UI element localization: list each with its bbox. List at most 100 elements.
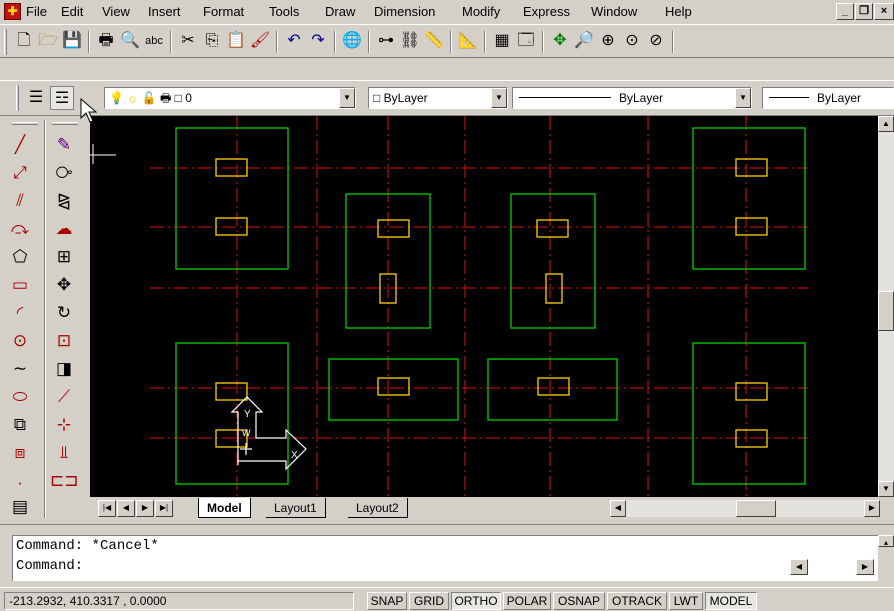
open-icon[interactable]: 🗁: [36, 29, 60, 53]
redo-icon[interactable]: ↷: [306, 29, 330, 53]
erase-icon[interactable]: ✎: [50, 132, 78, 158]
move-icon[interactable]: ✥: [50, 272, 78, 298]
layer-previous-icon[interactable]: ☲: [50, 86, 74, 110]
ortho-toggle[interactable]: ORTHO: [451, 592, 501, 610]
tab-layout1[interactable]: Layout1: [266, 498, 326, 518]
scroll-right-button[interactable]: ▶: [856, 559, 874, 575]
menu-tools[interactable]: Tools: [269, 4, 299, 19]
osnap-toggle[interactable]: OSNAP: [553, 592, 605, 610]
copy-icon[interactable]: ⎘: [200, 29, 224, 53]
layers-icon[interactable]: ☰: [24, 86, 48, 110]
scroll-up-button[interactable]: ▲: [878, 116, 894, 132]
menu-express[interactable]: Express: [523, 4, 570, 19]
menu-format[interactable]: Format: [203, 4, 244, 19]
command-prompt[interactable]: Command:: [16, 556, 878, 576]
save-icon[interactable]: 💾: [60, 29, 84, 53]
chevron-down-icon[interactable]: ▼: [339, 88, 355, 108]
toolbar-grip[interactable]: [52, 122, 78, 125]
rotate-icon[interactable]: ↻: [50, 300, 78, 326]
scroll-right-button[interactable]: ▶: [864, 500, 880, 517]
drawing-canvas[interactable]: Y X W: [90, 116, 878, 497]
array-icon[interactable]: ⊞: [50, 244, 78, 270]
multiline-icon[interactable]: ⫽: [6, 188, 34, 214]
chevron-down-icon[interactable]: ▼: [491, 88, 507, 108]
drawing-area[interactable]: Y X W: [90, 116, 878, 497]
grid-toggle[interactable]: GRID: [409, 592, 449, 610]
scroll-left-button[interactable]: ◀: [790, 559, 808, 575]
lwt-toggle[interactable]: LWT: [669, 592, 703, 610]
zoom-realtime-icon[interactable]: 🔎: [572, 29, 596, 53]
menu-window[interactable]: Window: [591, 4, 637, 19]
scroll-thumb[interactable]: [878, 291, 894, 331]
paste-icon[interactable]: 📋: [224, 29, 248, 53]
menu-edit[interactable]: Edit: [61, 4, 83, 19]
menu-view[interactable]: View: [102, 4, 130, 19]
zoom-window-icon[interactable]: ⊕: [596, 29, 620, 53]
insert-block-icon[interactable]: ⧉: [6, 412, 34, 438]
toolbar-grip[interactable]: [4, 29, 7, 55]
print-preview-icon[interactable]: 🔍: [118, 29, 142, 53]
command-history[interactable]: Command: *Cancel* Command:: [12, 535, 878, 581]
close-button[interactable]: ×: [874, 3, 894, 20]
minimize-button[interactable]: _: [836, 3, 854, 20]
arc-icon[interactable]: ◜: [6, 300, 34, 326]
pan-icon[interactable]: ✥: [548, 29, 572, 53]
distance-icon[interactable]: 📐: [456, 29, 480, 53]
horizontal-scrollbar[interactable]: ◀ ▶: [610, 500, 880, 517]
color-combo[interactable]: □ ByLayer ▼: [368, 87, 508, 109]
coordinates-display[interactable]: -213.2932, 410.3317 , 0.0000: [4, 592, 354, 610]
make-block-icon[interactable]: ⧈: [6, 440, 34, 466]
circle-icon[interactable]: ⊙: [6, 328, 34, 354]
vertical-scrollbar[interactable]: ▲ ▼: [878, 116, 894, 497]
spline-icon[interactable]: ∼: [6, 356, 34, 382]
design-center-icon[interactable]: ▦: [490, 29, 514, 53]
tab-layout2[interactable]: Layout2: [348, 498, 408, 518]
line-icon[interactable]: ╱: [6, 132, 34, 158]
construction-line-icon[interactable]: ⤢: [6, 160, 34, 186]
ellipse-icon[interactable]: ⬭: [6, 384, 34, 410]
zoom-window-icon[interactable]: ⊙: [620, 29, 644, 53]
internet-icon[interactable]: 🌐: [340, 29, 364, 53]
hyperlink-icon[interactable]: ⛓: [398, 29, 422, 53]
rectangle-icon[interactable]: ▭: [6, 272, 34, 298]
hatch-icon[interactable]: ▤: [6, 494, 34, 520]
offset-icon[interactable]: ☁: [50, 216, 78, 242]
first-tab-button[interactable]: |◀: [98, 500, 116, 517]
menu-modify[interactable]: Modify: [462, 4, 500, 19]
point-icon[interactable]: ·: [6, 470, 34, 496]
menu-file[interactable]: File: [26, 4, 47, 19]
properties-icon[interactable]: 🗔: [514, 29, 538, 53]
prev-tab-button[interactable]: ◀: [117, 500, 135, 517]
zoom-previous-icon[interactable]: ⊘: [644, 29, 668, 53]
print-icon[interactable]: 🖶: [94, 29, 118, 53]
trim-icon[interactable]: ⊹: [50, 412, 78, 438]
menu-draw[interactable]: Draw: [325, 4, 355, 19]
last-tab-button[interactable]: ▶|: [155, 500, 173, 517]
polar-toggle[interactable]: POLAR: [503, 592, 551, 610]
lineweight-combo[interactable]: ByLayer: [762, 87, 894, 109]
snap-toggle[interactable]: SNAP: [367, 592, 407, 610]
polygon-icon[interactable]: ⬠: [6, 244, 34, 270]
mirror-icon[interactable]: ⧎: [50, 188, 78, 214]
cut-icon[interactable]: ✂: [176, 29, 200, 53]
menu-help[interactable]: Help: [665, 4, 692, 19]
toolbar-grip[interactable]: [12, 122, 38, 125]
extend-icon[interactable]: ⫫: [50, 440, 78, 466]
tracking-icon[interactable]: ⊶: [374, 29, 398, 53]
autocad-app-icon[interactable]: ✚: [4, 3, 21, 20]
scroll-down-button[interactable]: ▼: [878, 481, 894, 497]
lengthen-icon[interactable]: ⟋: [50, 384, 78, 410]
model-toggle[interactable]: MODEL: [705, 592, 757, 610]
new-icon[interactable]: 🗋: [12, 29, 36, 53]
scroll-thumb[interactable]: [736, 500, 776, 517]
match-properties-icon[interactable]: 🖌: [248, 29, 272, 53]
scroll-up-button[interactable]: ▴: [878, 535, 894, 547]
scale-icon[interactable]: ⊡: [50, 328, 78, 354]
menu-insert[interactable]: Insert: [148, 4, 181, 19]
stretch-icon[interactable]: ◨: [50, 356, 78, 382]
undo-icon[interactable]: ↶: [282, 29, 306, 53]
linetype-combo[interactable]: ByLayer ▼: [512, 87, 752, 109]
restore-button[interactable]: ❐: [855, 3, 873, 20]
spelling-icon[interactable]: abc: [142, 29, 166, 53]
chevron-down-icon[interactable]: ▼: [735, 88, 751, 108]
